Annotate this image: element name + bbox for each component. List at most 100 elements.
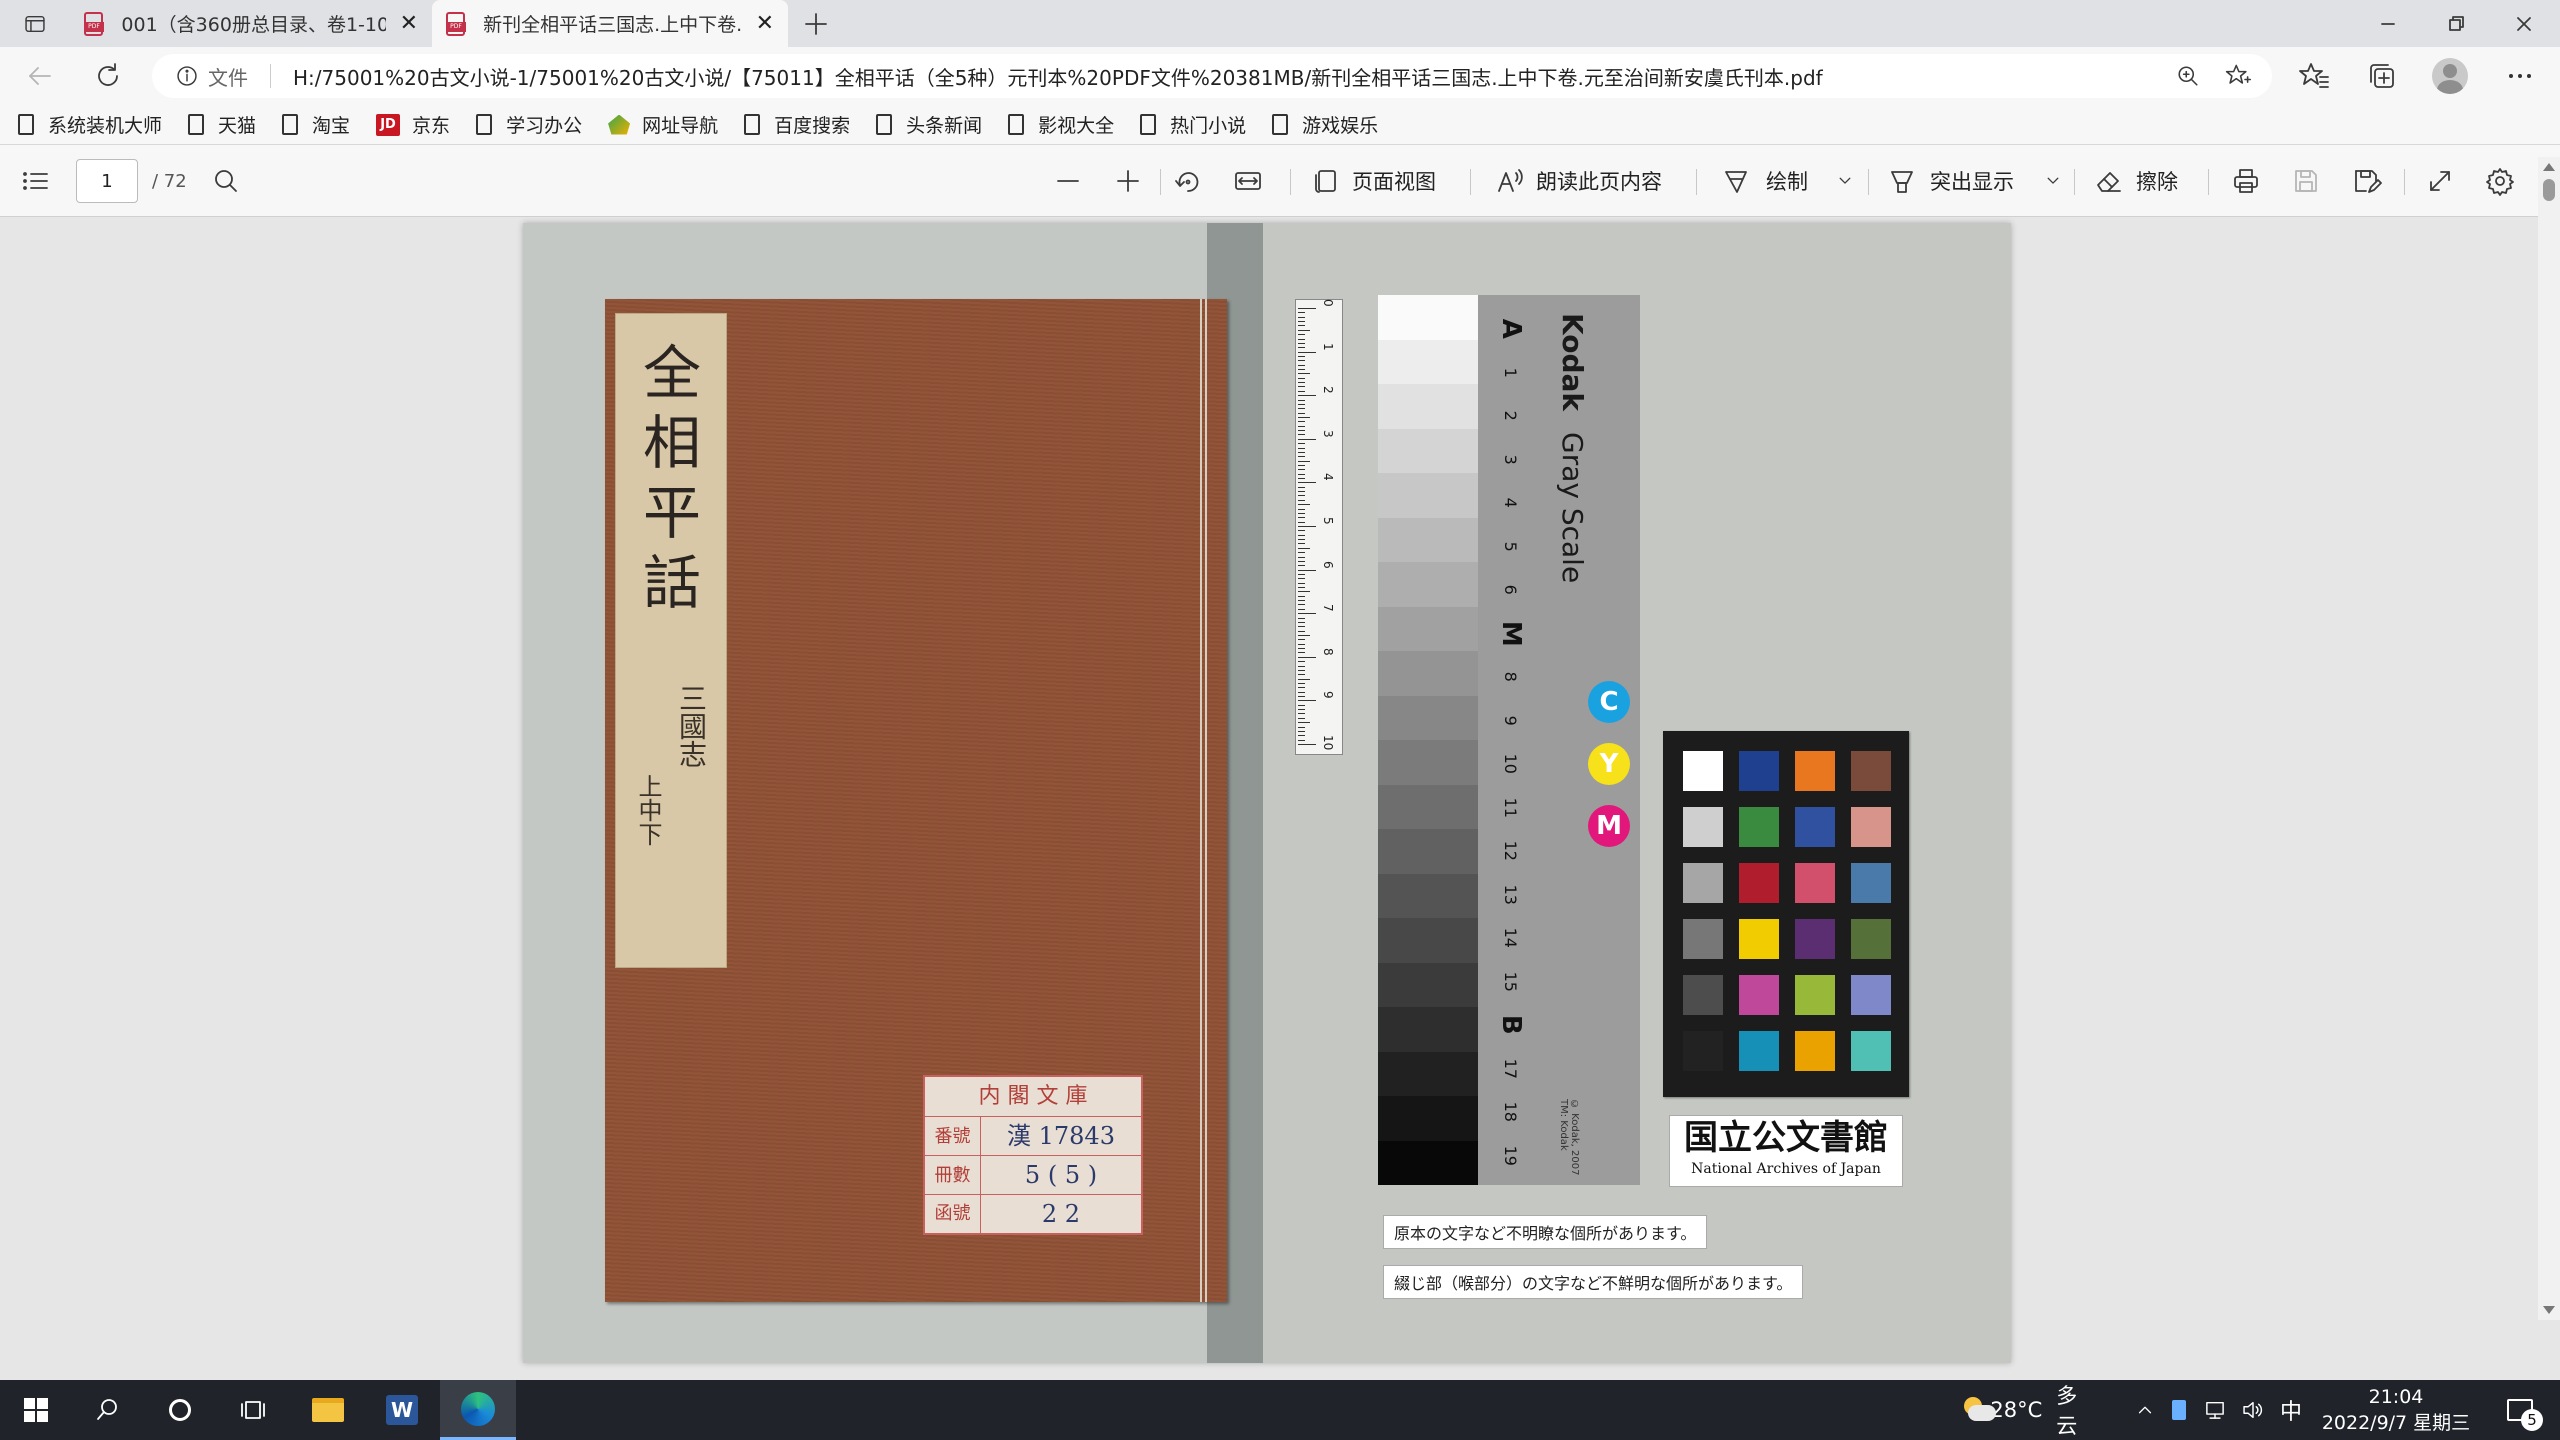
bookmark-item[interactable]: JD 京东 xyxy=(376,111,450,138)
bookmark-item[interactable]: 淘宝 xyxy=(282,111,350,138)
tab-1[interactable]: 001（含360册总目录、卷1-10） ✕ xyxy=(70,0,432,47)
refresh-button[interactable] xyxy=(92,60,124,96)
ruler-tick xyxy=(1298,430,1305,432)
favorites-button[interactable] xyxy=(2298,60,2330,96)
find-button[interactable] xyxy=(210,163,242,199)
taskbar-search-button[interactable] xyxy=(72,1380,144,1440)
stamp-row-value: 2 2 xyxy=(1041,1200,1081,1228)
file-explorer-button[interactable] xyxy=(292,1380,364,1440)
ruler-tick xyxy=(1298,722,1310,724)
start-button[interactable] xyxy=(0,1380,72,1440)
scroll-down-arrow[interactable] xyxy=(2543,1306,2555,1314)
save-as-button[interactable] xyxy=(2350,163,2382,199)
network-icon[interactable] xyxy=(2198,1380,2232,1440)
chevron-down-icon xyxy=(1839,177,1851,184)
gray-patch xyxy=(1378,1140,1478,1185)
weather-widget[interactable]: 28°C 多云 xyxy=(1960,1380,2080,1440)
toolbar-separator xyxy=(1868,169,1869,195)
fit-to-width-button[interactable] xyxy=(1232,163,1264,199)
read-aloud-button[interactable]: 朗读此页内容 xyxy=(1494,163,1662,199)
pdf-viewer[interactable]: 全 相 平 話 三國志 上中下 内 閣 文 庫 番號 漢 17843 冊數 5 … xyxy=(0,157,2560,1380)
page-view-button[interactable]: 页面视图 xyxy=(1310,163,1436,199)
volume-icon[interactable] xyxy=(2236,1380,2270,1440)
tab-actions-button[interactable] xyxy=(22,0,48,47)
bookmark-item[interactable]: 影视大全 xyxy=(1008,111,1114,138)
highlight-options-dropdown[interactable] xyxy=(2042,163,2064,199)
stamp-row-label: 函號 xyxy=(925,1195,981,1233)
restore-button[interactable] xyxy=(2422,0,2490,47)
rotate-button[interactable] xyxy=(1172,163,1204,199)
page-view-icon xyxy=(1315,170,1336,193)
ruler-tick xyxy=(1298,451,1305,453)
bookmark-item[interactable]: 头条新闻 xyxy=(876,111,982,138)
pdf-page[interactable]: 全 相 平 話 三國志 上中下 内 閣 文 庫 番號 漢 17843 冊數 5 … xyxy=(523,223,2011,1363)
ruler-tick xyxy=(1298,377,1305,379)
bookmark-item[interactable]: 热门小说 xyxy=(1140,111,1246,138)
vertical-scrollbar[interactable] xyxy=(2538,157,2560,1320)
tab-2-close-icon[interactable]: ✕ xyxy=(756,11,774,36)
add-favorite-icon[interactable] xyxy=(2224,62,2252,90)
zoom-out-button[interactable] xyxy=(1052,163,1084,199)
scroll-thumb[interactable] xyxy=(2543,179,2555,201)
edge-app-button[interactable] xyxy=(440,1380,516,1440)
page-number-input[interactable]: 1 xyxy=(76,159,138,203)
clock[interactable]: 21:04 2022/9/7 星期三 xyxy=(2316,1380,2476,1440)
bookmark-item[interactable]: 游戏娱乐 xyxy=(1272,111,1378,138)
back-button[interactable] xyxy=(24,60,56,96)
minimize-button[interactable] xyxy=(2354,0,2422,47)
address-bar[interactable]: 文件 H:/75001%20古文小说-1/75001%20古文小说/【75011… xyxy=(152,54,2272,98)
ruler-tick xyxy=(1298,443,1305,445)
bookmark-item[interactable]: 系统装机大师 xyxy=(18,111,162,138)
avatar-head-shape xyxy=(2443,64,2457,78)
draw-options-dropdown[interactable] xyxy=(1834,163,1856,199)
color-patch xyxy=(1739,975,1779,1015)
tab-1-close-icon[interactable]: ✕ xyxy=(400,11,418,36)
new-tab-button[interactable] xyxy=(800,0,832,47)
color-patch xyxy=(1851,919,1891,959)
collections-button[interactable] xyxy=(2366,60,2398,96)
settings-more-button[interactable] xyxy=(2504,60,2536,96)
save-button[interactable] xyxy=(2290,163,2322,199)
zoom-in-button[interactable] xyxy=(1112,163,1144,199)
ruler-tick xyxy=(1298,438,1316,440)
ruler-tick xyxy=(1298,495,1305,497)
highlight-button[interactable]: 突出显示 xyxy=(1886,163,2014,199)
task-view-button[interactable] xyxy=(216,1380,288,1440)
bookmark-item[interactable]: 学习办公 xyxy=(476,111,582,138)
table-of-contents-button[interactable] xyxy=(20,163,52,199)
archives-name: 国立公文書館 xyxy=(1684,1118,1888,1158)
book-cover: 全 相 平 話 三國志 上中下 内 閣 文 庫 番號 漢 17843 冊數 5 … xyxy=(605,299,1227,1302)
ruler-tick xyxy=(1298,316,1305,318)
pdf-settings-button[interactable] xyxy=(2484,163,2516,199)
tray-app-icon[interactable] xyxy=(2164,1380,2194,1440)
tab-2[interactable]: 新刊全相平话三国志.上中下卷.元 ✕ xyxy=(432,0,788,47)
erase-button[interactable]: 擦除 xyxy=(2092,163,2178,199)
bookmark-item[interactable]: 百度搜索 xyxy=(744,111,850,138)
gray-scale-mark: 9 xyxy=(1500,715,1520,726)
ruler-tick xyxy=(1298,526,1316,527)
fullscreen-button[interactable] xyxy=(2424,163,2456,199)
stamp-row: 番號 漢 17843 xyxy=(925,1117,1141,1156)
tab-actions-icon xyxy=(25,15,45,32)
stamp-row: 函號 2 2 xyxy=(925,1195,1141,1233)
bookmark-item[interactable]: 天猫 xyxy=(188,111,256,138)
bookmark-item[interactable]: 网址导航 xyxy=(608,111,718,138)
ime-indicator[interactable]: 中 xyxy=(2274,1380,2308,1440)
ruler-label: 6 xyxy=(1321,560,1335,569)
yellow-marker: Y xyxy=(1588,743,1630,785)
profile-avatar[interactable] xyxy=(2432,58,2468,94)
page-view-label: 页面视图 xyxy=(1352,170,1436,194)
show-hidden-icons-button[interactable] xyxy=(2130,1380,2160,1440)
notifications-button[interactable]: 5 xyxy=(2490,1380,2550,1440)
print-button[interactable] xyxy=(2230,163,2262,199)
draw-button[interactable]: 绘制 xyxy=(1720,163,1808,199)
word-app-button[interactable]: W xyxy=(366,1380,438,1440)
scroll-up-arrow[interactable] xyxy=(2543,163,2555,171)
avatar-body-shape xyxy=(2437,80,2463,94)
color-patch xyxy=(1739,751,1779,791)
zoom-icon[interactable] xyxy=(2174,62,2202,90)
address-url[interactable]: H:/75001%20古文小说-1/75001%20古文小说/【75011】全相… xyxy=(293,62,2143,91)
gray-scale-mark: 11 xyxy=(1500,797,1520,818)
close-window-button[interactable] xyxy=(2490,0,2558,47)
cortana-button[interactable] xyxy=(144,1380,216,1440)
